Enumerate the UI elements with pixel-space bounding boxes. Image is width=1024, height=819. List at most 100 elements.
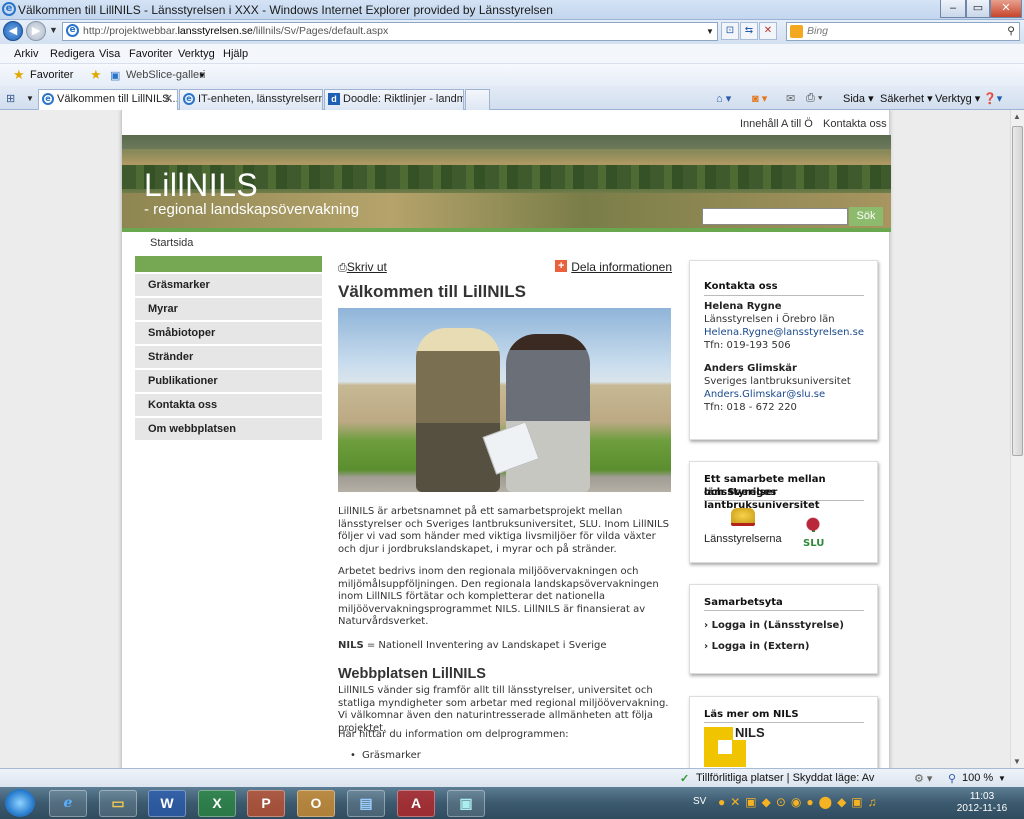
slu-logo[interactable]: SLU: [803, 538, 824, 549]
nils-logo-text[interactable]: NILS: [733, 725, 767, 740]
site-search-input[interactable]: [702, 208, 848, 225]
trusted-zone-status[interactable]: Tillförlitliga platser | Skyddat läge: A…: [696, 772, 874, 784]
browser-viewport: Innehåll A till Ö Kontakta oss LillNILS …: [0, 110, 1010, 768]
mail-icon[interactable]: ✉: [786, 92, 795, 105]
contact-top-link[interactable]: Kontakta oss: [823, 118, 887, 130]
new-tab-button[interactable]: [465, 89, 490, 110]
menu-redigera[interactable]: Redigera: [50, 48, 95, 60]
print-link[interactable]: ⎙Skriv ut: [338, 260, 387, 275]
tab-label: Doodle: Riktlinjer - landmil...: [343, 93, 464, 105]
tools-menu-label: Verktyg: [935, 93, 972, 105]
nav-item-om-webbplatsen[interactable]: Om webbplatsen: [135, 418, 322, 440]
taskbar-powerpoint-icon[interactable]: P: [247, 790, 285, 817]
collaboration-box: Ett samarbete mellan länsstyrelser och S…: [689, 461, 878, 563]
login-extern-link[interactable]: › Logga in (Extern): [704, 641, 809, 652]
minimize-button[interactable]: –: [940, 0, 966, 18]
close-window-button[interactable]: ✕: [990, 0, 1022, 18]
nav-item-myrar[interactable]: Myrar: [135, 298, 322, 320]
contact-email-link[interactable]: Anders.Glimskar@slu.se: [704, 389, 825, 400]
site-logo-title[interactable]: LillNILS: [144, 167, 258, 204]
menu-bar: Arkiv Redigera Visa Favoriter Verktyg Hj…: [0, 44, 1024, 64]
tools-menu[interactable]: Verktyg ▾: [935, 92, 980, 105]
compatibility-icon[interactable]: ⊡: [721, 22, 739, 40]
nav-item-smabiotoper[interactable]: Småbiotoper: [135, 322, 322, 344]
contact-name: Anders Glimskär: [704, 363, 797, 374]
scroll-down-icon[interactable]: ▼: [1013, 757, 1021, 766]
back-button[interactable]: ◀: [3, 21, 23, 41]
breadcrumb[interactable]: Startsida: [150, 237, 193, 249]
protected-mode-icon[interactable]: ⚙ ▾: [914, 772, 932, 785]
feeds-icon[interactable]: ◙ ▾: [752, 92, 767, 105]
safety-menu[interactable]: Säkerhet ▾: [880, 92, 933, 105]
favorites-bar: ★ Favoriter ★ ▣ WebSlice-galleri ▼: [0, 64, 1024, 86]
home-icon[interactable]: ⌂ ▾: [716, 92, 731, 105]
quick-tabs-icon[interactable]: ⊞: [6, 92, 15, 105]
share-link[interactable]: Dela informationen: [555, 260, 672, 274]
login-lansstyrelse-link[interactable]: › Logga in (Länsstyrelse): [704, 620, 844, 631]
taskbar-outlook-icon[interactable]: O: [297, 790, 335, 817]
taskbar-word-icon[interactable]: W: [148, 790, 186, 817]
taskbar-network-icon[interactable]: ▤: [347, 790, 385, 817]
taskbar-explorer-icon[interactable]: ▭: [99, 790, 137, 817]
program-paragraph: Arbetet bedrivs inom den regionala miljö…: [338, 566, 659, 627]
forward-button[interactable]: ▶: [26, 21, 46, 41]
lansstyrelserna-logo[interactable]: Länsstyrelserna: [704, 533, 782, 545]
help-icon[interactable]: ❓▾: [983, 92, 1002, 105]
start-button[interactable]: [5, 789, 35, 817]
page-title: Välkommen till LillNILS: [338, 282, 526, 301]
refresh-icon[interactable]: ⇆: [740, 22, 758, 40]
menu-favoriter[interactable]: Favoriter: [129, 48, 172, 60]
vertical-scrollbar[interactable]: ▲ ▼: [1010, 110, 1024, 768]
scrollbar-thumb[interactable]: [1012, 126, 1023, 456]
left-nav-header: [135, 256, 322, 272]
url-input[interactable]: e http://projektwebbar.lansstyrelsen.se/…: [62, 22, 718, 41]
taskbar-excel-icon[interactable]: X: [198, 790, 236, 817]
zoom-dropdown-icon[interactable]: ▼: [998, 774, 1006, 783]
tab-lillnils[interactable]: e Välkommen till LillNILS... ✕: [38, 89, 178, 111]
section-heading-webbplatsen: Webbplatsen LillNILS: [338, 666, 486, 682]
tab-list-dropdown-icon[interactable]: ▼: [26, 94, 34, 103]
url-dropdown-icon[interactable]: ▼: [706, 27, 714, 36]
menu-arkiv[interactable]: Arkiv: [14, 48, 38, 60]
print-icon[interactable]: ⎙ ▾: [806, 92, 822, 105]
webslice-dropdown-icon[interactable]: ▼: [198, 71, 206, 80]
address-bar: ◀ ▶ ▼ e http://projektwebbar.lansstyrels…: [0, 20, 1024, 44]
intro-paragraph: LillNILS är arbetsnamnet på ett samarbet…: [338, 506, 669, 555]
zoom-level[interactable]: 100 %: [962, 772, 993, 784]
history-dropdown-icon[interactable]: ▼: [49, 25, 58, 35]
search-icon[interactable]: ⚲: [1007, 23, 1015, 40]
nav-item-publikationer[interactable]: Publikationer: [135, 370, 322, 392]
taskbar-acrobat-icon[interactable]: A: [397, 790, 435, 817]
system-tray-icons[interactable]: ●✕▣◆⊙◉●⬤◆▣♫: [718, 795, 882, 809]
site-search-button[interactable]: Sök: [849, 207, 883, 226]
maximize-button[interactable]: ▭: [966, 0, 990, 18]
menu-visa[interactable]: Visa: [99, 48, 120, 60]
nav-item-grasmarker[interactable]: Gräsmarker: [135, 274, 322, 296]
tab-doodle[interactable]: d Doodle: Riktlinjer - landmil...: [324, 89, 464, 110]
webslice-gallery-link[interactable]: WebSlice-galleri: [126, 69, 205, 81]
list-item[interactable]: Gräsmarker: [350, 750, 421, 761]
stop-icon[interactable]: ✕: [759, 22, 777, 40]
search-input[interactable]: Bing ⚲: [786, 22, 1020, 41]
page-menu[interactable]: Sida ▾: [843, 92, 874, 105]
taskbar-ie-icon[interactable]: e: [49, 790, 87, 817]
tab-it-enheten[interactable]: e IT-enheten, länsstyrelserna...: [179, 89, 323, 110]
taskbar-picture-icon[interactable]: ▣: [447, 790, 485, 817]
add-favorite-icon[interactable]: ★: [90, 67, 102, 83]
safety-menu-label: Säkerhet: [880, 93, 925, 105]
ie-logo-icon: e: [2, 2, 16, 16]
az-link[interactable]: Innehåll A till Ö: [740, 118, 813, 130]
taskbar-clock[interactable]: 11:03 2012-11-16: [954, 791, 1010, 815]
language-indicator[interactable]: SV: [693, 796, 706, 807]
nav-item-kontakta-oss[interactable]: Kontakta oss: [135, 394, 322, 416]
url-prefix: http://projektwebbar.: [83, 25, 178, 37]
favorites-button[interactable]: Favoriter: [30, 69, 73, 81]
contact-email-link[interactable]: Helena.Rygne@lansstyrelsen.se: [704, 327, 864, 338]
menu-verktyg[interactable]: Verktyg: [178, 48, 215, 60]
menu-hjalp[interactable]: Hjälp: [223, 48, 248, 60]
search-placeholder: Bing: [807, 25, 829, 37]
workspace-title: Samarbetsyta: [704, 597, 783, 608]
close-tab-icon[interactable]: ✕: [164, 90, 173, 108]
nav-item-strander[interactable]: Stränder: [135, 346, 322, 368]
scroll-up-icon[interactable]: ▲: [1013, 112, 1021, 121]
